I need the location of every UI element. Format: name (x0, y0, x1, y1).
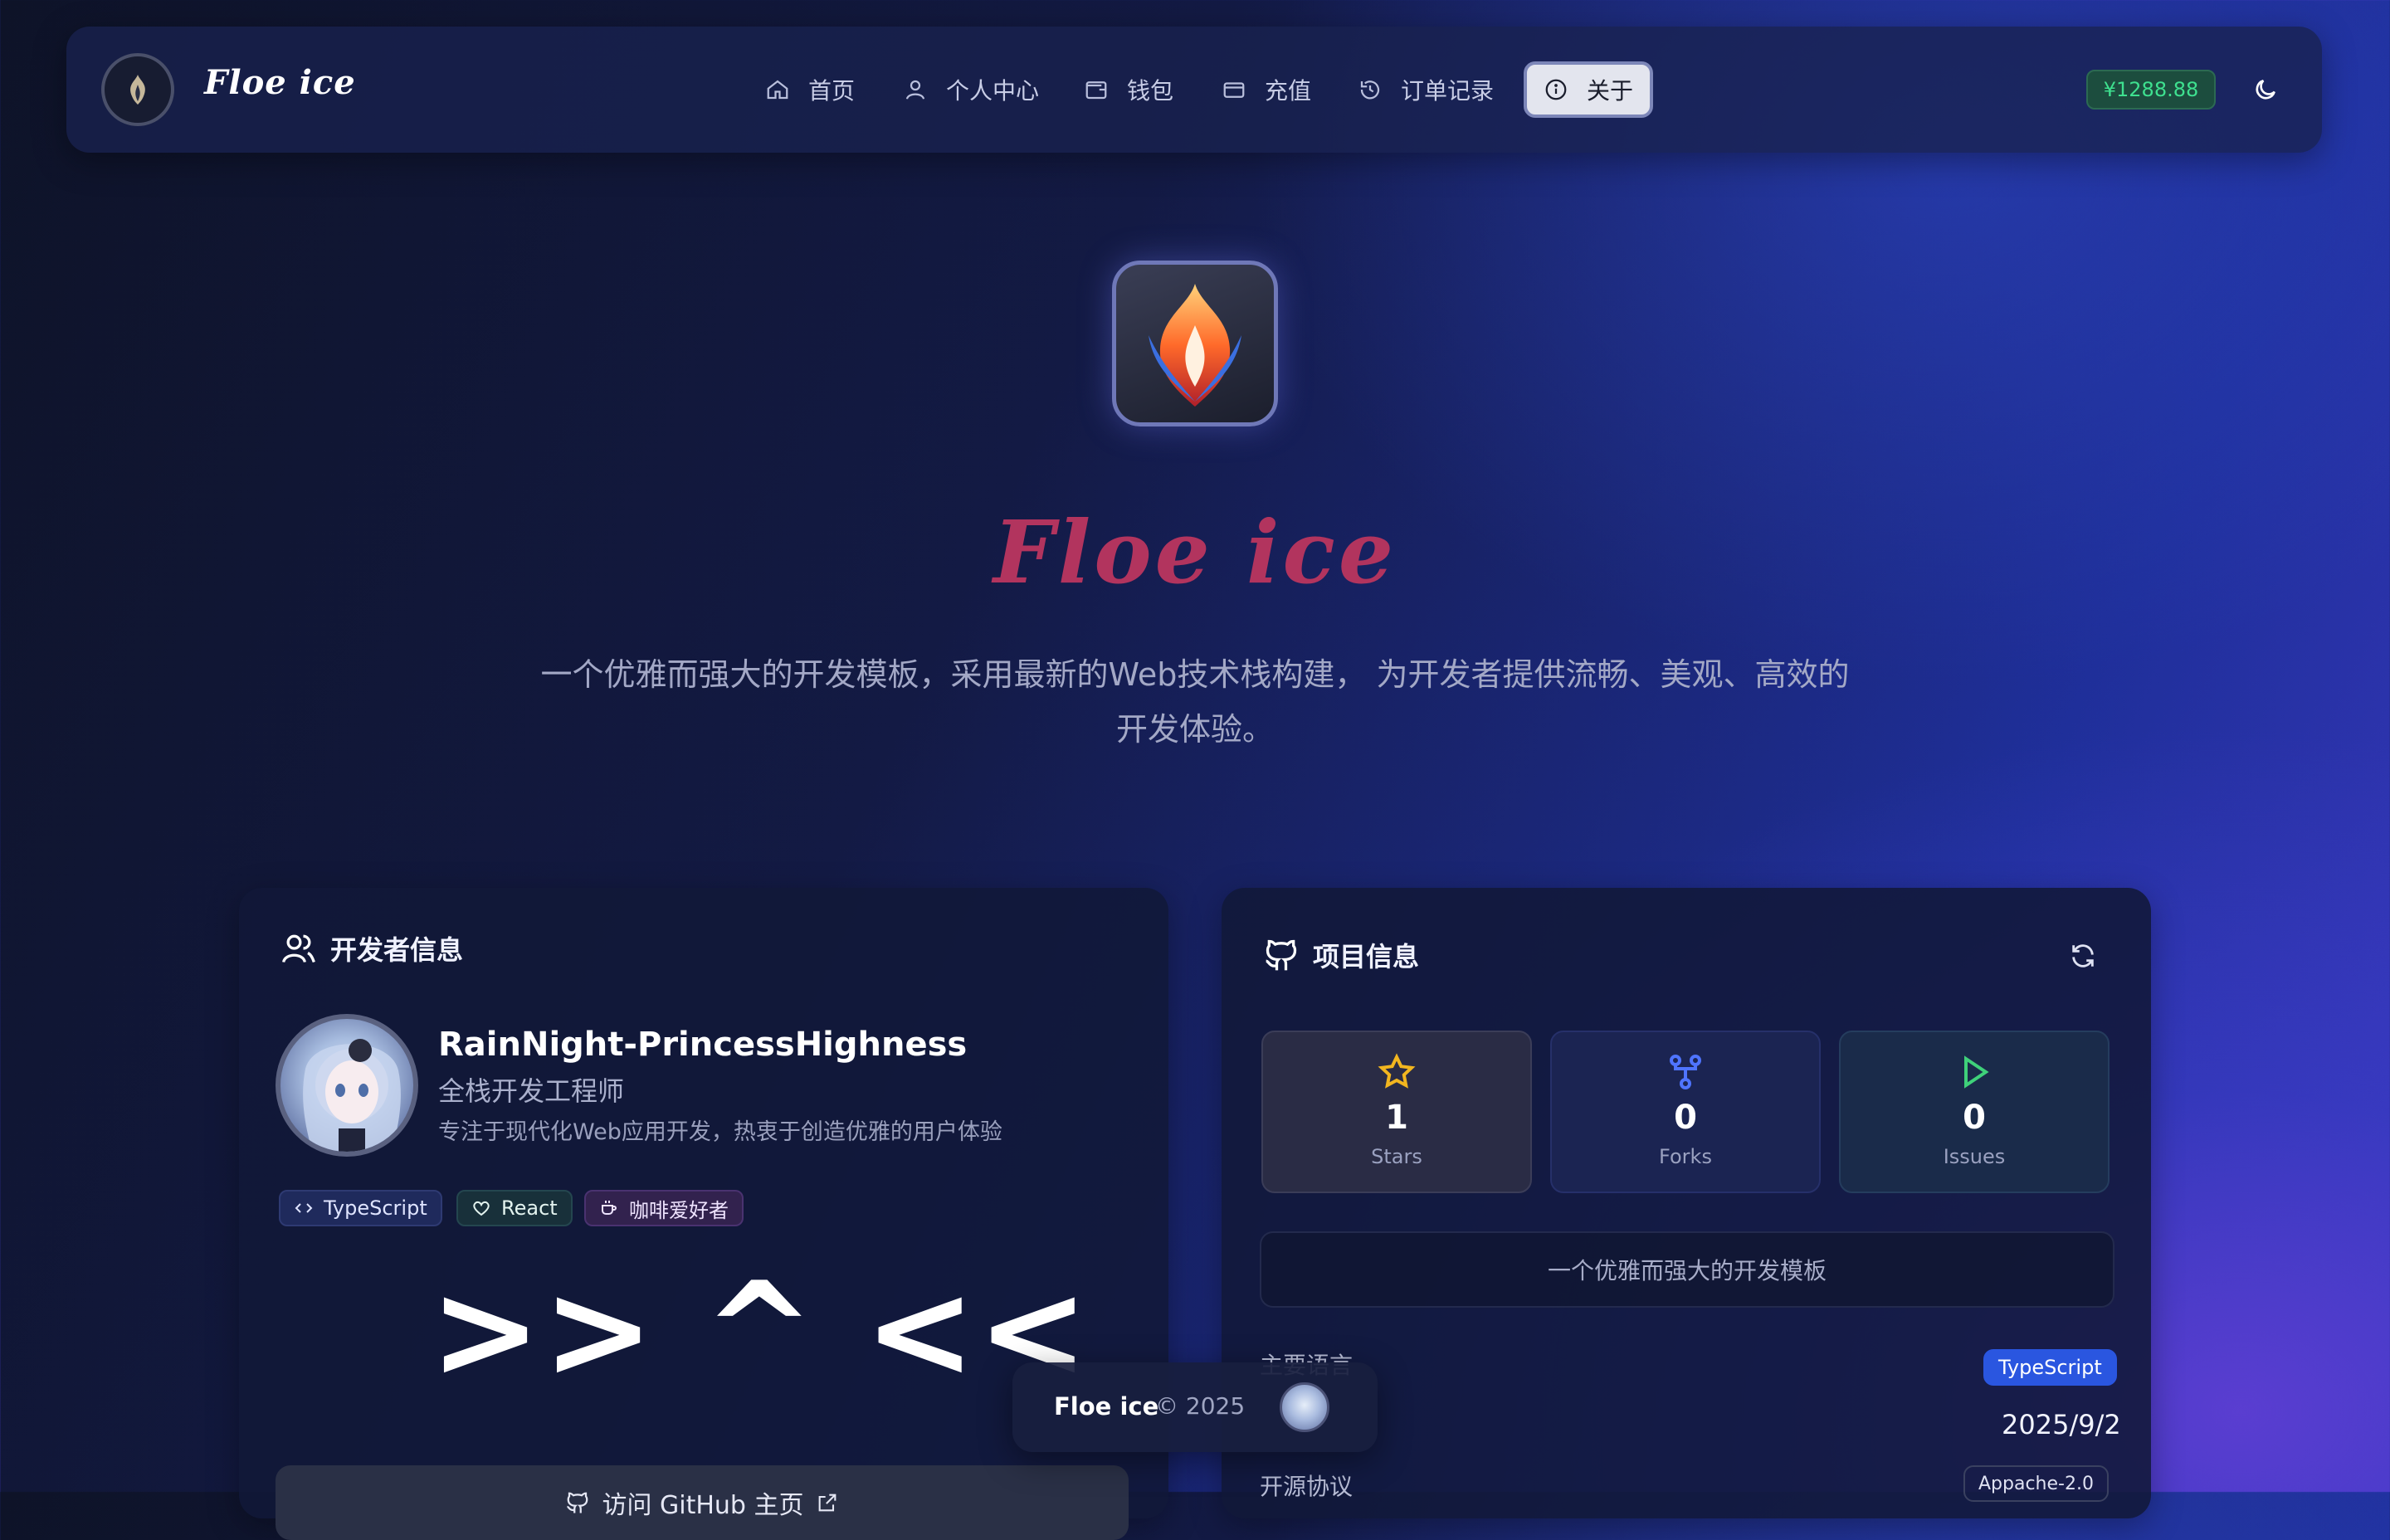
tag-label: TypeScript (324, 1196, 427, 1220)
stat-value: 0 (1963, 1099, 1986, 1137)
nav-item-label: 充值 (1265, 77, 1312, 105)
developer-role: 全栈开发工程师 (438, 1075, 625, 1107)
project-card-title: 项目信息 (1263, 936, 1419, 974)
refresh-button[interactable] (2065, 938, 2101, 974)
section-title: 开发者信息 (330, 934, 464, 966)
stat-label: Issues (1943, 1145, 2006, 1168)
avatar[interactable] (1280, 1382, 1329, 1432)
nav-item-label: 首页 (808, 77, 856, 105)
nav-item-home[interactable]: 首页 (765, 65, 855, 115)
info-icon (1545, 79, 1567, 100)
nav-item-label: 个人中心 (946, 77, 1040, 105)
hero-description: 一个优雅而强大的开发模板，采用最新的Web技术栈构建， 为开发者提供流畅、美观、… (540, 656, 1850, 748)
history-icon (1360, 80, 1380, 100)
developer-bio: 专注于现代化Web应用开发，热衷于创造优雅的用户体验 (438, 1119, 1002, 1145)
coffee-icon (602, 1201, 617, 1215)
github-icon (1266, 939, 1297, 971)
footer-bar: Floe ice © 2025 (1012, 1362, 1378, 1452)
external-link-icon (818, 1494, 836, 1512)
stat-value: 1 (1385, 1099, 1408, 1137)
nav-item-label: 钱包 (1127, 77, 1174, 105)
stat-label: Forks (1659, 1145, 1712, 1168)
tag-label: 咖啡爱好者 (629, 1198, 729, 1222)
github-profile-button[interactable]: 访问 GitHub 主页 (276, 1465, 1129, 1540)
nav-item-label: 订单记录 (1401, 77, 1495, 105)
heart-icon (473, 1201, 490, 1216)
play-icon (1964, 1055, 1989, 1089)
stat-stars[interactable]: 1 Stars (1261, 1031, 1532, 1193)
top-navbar: Floe ice 首页 个人中心 钱包 充值 订单记录 关于 ¥1288.88 (66, 27, 2322, 153)
developer-name: RainNight-PrincessHighness (438, 1026, 968, 1064)
app-logo (1112, 261, 1278, 426)
nav-item-label: 关于 (1587, 77, 1634, 105)
users-icon (282, 934, 315, 963)
section-title: 项目信息 (1313, 941, 1420, 972)
language-badge: TypeScript (1983, 1349, 2117, 1386)
stat-forks[interactable]: 0 Forks (1550, 1031, 1821, 1193)
star-icon (1378, 1053, 1416, 1089)
project-description: 一个优雅而强大的开发模板 (1260, 1231, 2114, 1308)
wallet-icon (1085, 81, 1107, 100)
theme-toggle-button[interactable] (2247, 71, 2284, 108)
moon-icon (2256, 80, 2275, 100)
footer-copyright: © 2025 (1155, 1392, 1246, 1420)
license-label: 开源协议 (1260, 1473, 1354, 1500)
footer-brand: Floe ice (1054, 1392, 1159, 1421)
balance-badge[interactable]: ¥1288.88 (2086, 70, 2216, 110)
stat-issues[interactable]: 0 Issues (1839, 1031, 2110, 1193)
nav-item-orders[interactable]: 订单记录 (1358, 65, 1494, 115)
nav-item-profile[interactable]: 个人中心 (903, 65, 1039, 115)
hero-title: Floe ice (993, 501, 1397, 603)
home-icon (767, 80, 788, 100)
tag-label: React (501, 1196, 558, 1220)
flame-logo-icon (1149, 284, 1241, 407)
brand-name[interactable]: Floe ice (204, 63, 356, 102)
tag-typescript: TypeScript (279, 1190, 442, 1226)
tag-react: React (456, 1190, 573, 1226)
updated-date: 2025/9/2 (2002, 1409, 2121, 1440)
fork-icon (1670, 1055, 1701, 1089)
nav-item-recharge[interactable]: 充值 (1222, 65, 1311, 115)
developer-card-title: 开发者信息 (280, 929, 463, 967)
tag-coffee: 咖啡爱好者 (584, 1190, 744, 1226)
refresh-icon (2072, 944, 2094, 967)
nav-item-about[interactable]: 关于 (1524, 61, 1654, 118)
stat-label: Stars (1371, 1145, 1422, 1168)
emote-text: >> ^ << (430, 1253, 1090, 1408)
stat-value: 0 (1674, 1099, 1697, 1137)
code-icon (295, 1203, 313, 1213)
github-button-label: 访问 GitHub 主页 (602, 1491, 804, 1520)
license-badge: Appache-2.0 (1963, 1465, 2109, 1502)
avatar (276, 1014, 418, 1157)
credit-card-icon (1223, 82, 1245, 98)
logo-icon[interactable] (101, 53, 174, 126)
github-icon (567, 1492, 588, 1513)
nav-item-wallet[interactable]: 钱包 (1084, 65, 1173, 115)
user-icon (905, 80, 925, 100)
